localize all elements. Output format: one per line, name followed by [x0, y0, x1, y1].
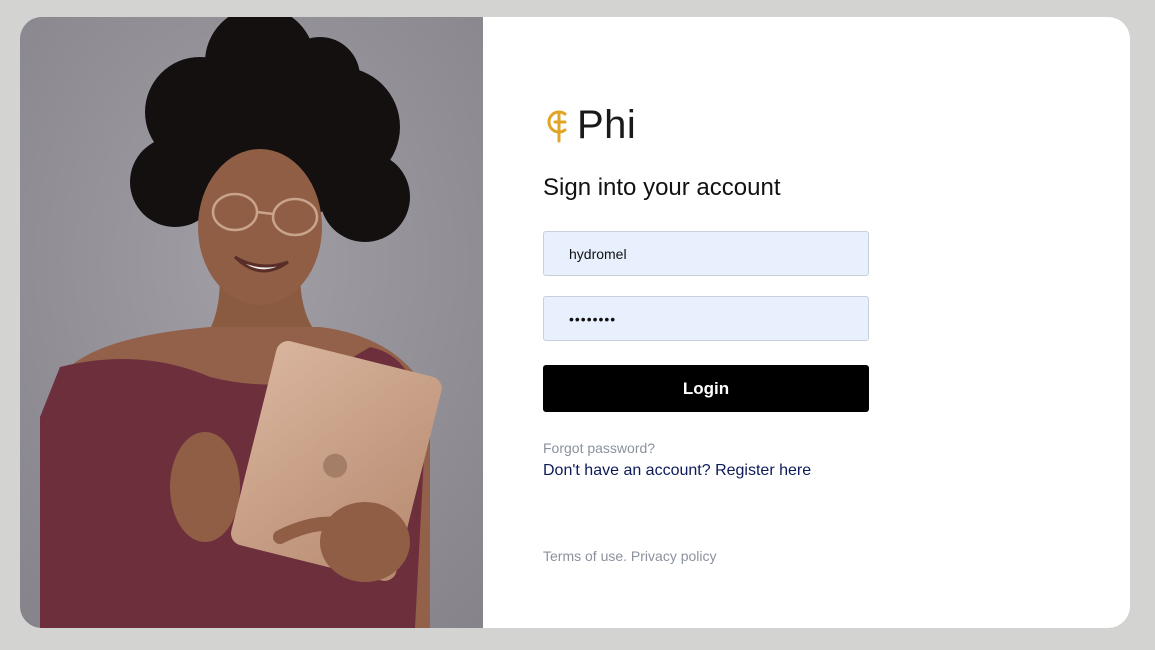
forgot-password-link[interactable]: Forgot password?: [543, 440, 655, 456]
brand-name: Phi: [577, 103, 637, 147]
privacy-link[interactable]: Privacy policy: [631, 548, 717, 564]
hero-photo: [20, 17, 483, 628]
phi-logo-icon: [547, 110, 567, 143]
register-link[interactable]: Don't have an account? Register here: [543, 462, 811, 480]
page-title: Sign into your account: [543, 174, 781, 201]
login-card: Phi Sign into your account Login Forgot …: [20, 17, 1130, 628]
terms-link[interactable]: Terms of use.: [543, 548, 627, 564]
login-panel: Phi Sign into your account Login Forgot …: [483, 17, 1130, 628]
username-input[interactable]: [543, 231, 869, 276]
woman-with-tablet-illustration: [20, 17, 483, 628]
login-button[interactable]: Login: [543, 365, 869, 412]
password-input[interactable]: [543, 296, 869, 341]
footer-links: Terms of use. Privacy policy: [543, 548, 717, 564]
brand: Phi: [543, 105, 636, 145]
